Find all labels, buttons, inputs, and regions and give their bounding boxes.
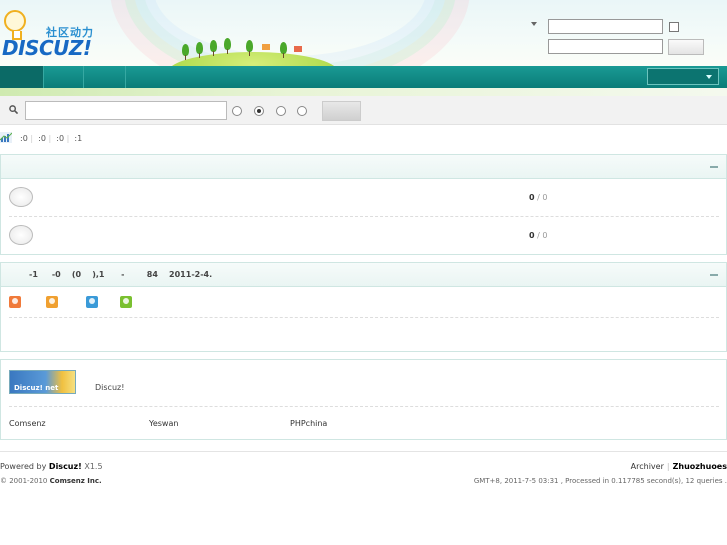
link-yeswan[interactable]: Yeswan <box>149 419 178 428</box>
search-type-radio-3[interactable] <box>276 106 286 116</box>
tree-decoration <box>280 42 287 58</box>
search-type-radio-1[interactable] <box>232 106 242 116</box>
search-bar <box>0 96 727 125</box>
online-summary: -1 -0 (0 ),1 - 84 2011-2-4. <box>29 270 213 279</box>
tree-decoration <box>182 44 189 60</box>
forum-status-icon <box>9 225 33 245</box>
search-input[interactable] <box>25 101 227 120</box>
comsenz-link[interactable]: Comsenz Inc. <box>50 477 102 485</box>
copyright: © 2001-2010 Comsenz Inc. <box>0 477 102 485</box>
discuz-net-logo[interactable]: Discuz! net <box>9 370 76 394</box>
username-input[interactable] <box>548 19 663 34</box>
tree-decoration <box>210 40 217 56</box>
archiver-link[interactable]: Archiver <box>631 462 664 471</box>
logo-wordmark: DISCUZ! <box>2 36 92 60</box>
footer-divider <box>0 451 727 452</box>
main-nav <box>0 66 727 88</box>
supermod-user-icon <box>46 296 58 308</box>
collapse-icon[interactable] <box>710 166 718 168</box>
admin-user-icon <box>9 296 21 308</box>
site-header: 社区动力 DISCUZ! <box>0 0 727 66</box>
site-name-link[interactable]: Zhuozhuoes <box>673 462 727 471</box>
category-header <box>1 155 726 179</box>
search-type-radio-2[interactable] <box>254 106 264 116</box>
login-type-dropdown-icon[interactable] <box>531 22 537 26</box>
tree-decoration <box>246 40 253 56</box>
tree-decoration <box>224 38 231 54</box>
processing-info: GMT+8, 2011-7-5 03:31 , Processed in 0.1… <box>473 477 727 485</box>
house-decoration <box>294 46 302 52</box>
forum-count: 0 / 0 <box>529 231 548 240</box>
search-type-radio-4[interactable] <box>297 106 307 116</box>
discuz-link[interactable]: Discuz! <box>49 462 82 471</box>
online-header: -1 -0 (0 ),1 - 84 2011-2-4. <box>1 263 726 287</box>
lightbulb-icon <box>4 10 26 40</box>
online-users-box: -1 -0 (0 ),1 - 84 2011-2-4. <box>0 262 727 352</box>
forum-row[interactable]: 0 / 0 <box>1 217 726 255</box>
stats-chart-icon <box>0 132 12 143</box>
site-stats: :0 | :0 | :0 | :1 <box>0 131 300 145</box>
link-comsenz[interactable]: Comsenz <box>9 419 46 428</box>
nav-tab-2[interactable] <box>44 66 84 88</box>
site-logo[interactable]: 社区动力 DISCUZ! <box>2 8 102 60</box>
stat-value: :0 <box>20 134 28 143</box>
forum-category: 0 / 0 0 / 0 <box>0 154 727 255</box>
nav-subbar <box>0 88 727 96</box>
login-button[interactable] <box>668 39 704 55</box>
link-phpchina[interactable]: PHPchina <box>290 419 327 428</box>
nav-tab-3[interactable] <box>84 66 126 88</box>
quick-nav-select[interactable] <box>647 68 719 85</box>
stat-value: :0 <box>56 134 65 143</box>
tree-decoration <box>196 42 203 58</box>
member-user-icon <box>120 296 132 308</box>
forum-row[interactable]: 0 / 0 <box>1 179 726 217</box>
friend-links-box: Discuz! net Discuz! Comsenz Yeswan PHPch… <box>0 359 727 440</box>
row-divider <box>9 406 719 407</box>
search-icon <box>9 105 18 114</box>
collapse-icon[interactable] <box>710 274 718 276</box>
nav-tab-home[interactable] <box>0 66 44 88</box>
remember-me-checkbox[interactable] <box>669 22 679 32</box>
stat-value: :0 <box>38 134 46 143</box>
row-divider <box>9 317 719 318</box>
forum-count: 0 / 0 <box>529 193 548 202</box>
forum-status-icon <box>9 187 33 207</box>
house-decoration <box>262 44 270 50</box>
stat-value: :1 <box>74 134 83 143</box>
moderator-user-icon <box>86 296 98 308</box>
footer-links: Archiver | Zhuozhuoes <box>630 462 727 471</box>
search-button[interactable] <box>322 101 361 121</box>
partner-description: Discuz! <box>95 383 125 392</box>
powered-by: Powered by Discuz! X1.5 <box>0 462 103 471</box>
password-input[interactable] <box>548 39 663 54</box>
login-form <box>531 18 727 58</box>
